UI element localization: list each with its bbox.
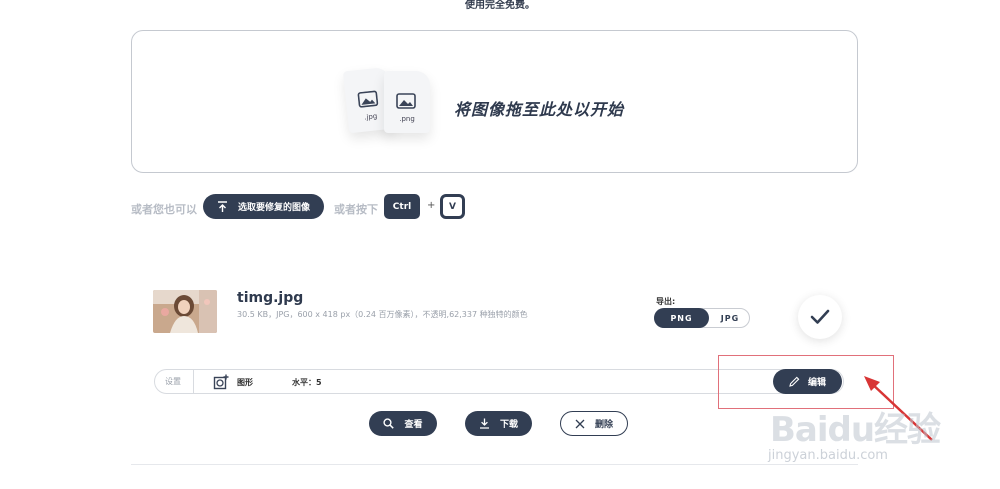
download-button[interactable]: 下载 — [465, 411, 532, 436]
settings-label: 设置 — [165, 377, 181, 386]
level-setting[interactable]: 水平：5 — [292, 377, 322, 388]
export-jpg-option[interactable]: JPG — [710, 309, 750, 327]
key-ctrl: Ctrl — [384, 194, 420, 219]
image-icon — [396, 93, 416, 109]
baidu-watermark-url: jingyan.baidu.com — [768, 448, 888, 463]
checkmark-icon — [810, 309, 830, 324]
view-button-label: 查看 — [404, 420, 423, 430]
download-icon — [479, 418, 489, 429]
delete-button-label: 删除 — [594, 420, 613, 430]
drop-zone-text: 将图像拖至此处以开始 — [454, 100, 625, 119]
download-button-label: 下载 — [499, 420, 518, 430]
image-icon — [357, 90, 379, 108]
shape-add-icon — [213, 374, 229, 390]
key-v: V — [440, 194, 465, 219]
file-icon-png: .png — [384, 71, 430, 133]
search-icon — [383, 418, 395, 429]
divider — [193, 370, 194, 393]
choose-image-label: 选取要修复的图像 — [238, 203, 311, 213]
export-format-toggle: PNG JPG — [654, 308, 750, 328]
shape-setting[interactable]: 图形 — [237, 377, 253, 388]
plus-sign: + — [427, 200, 436, 211]
delete-button[interactable]: 删除 — [560, 411, 628, 436]
file-name: timg.jpg — [237, 290, 304, 306]
image-thumbnail — [153, 290, 217, 333]
export-png-option[interactable]: PNG — [654, 308, 709, 328]
baidu-watermark: Baidu经验 — [770, 410, 941, 450]
view-button[interactable]: 查看 — [369, 411, 437, 436]
or-text: 或者您也可以 — [131, 203, 197, 216]
file-ext-png: .png — [399, 115, 415, 123]
export-label: 导出: — [656, 297, 676, 306]
confirm-button[interactable] — [798, 295, 842, 339]
file-meta: 30.5 KB，JPG，600 x 418 px（0.24 百万像素），不透明,… — [237, 310, 528, 319]
bottom-divider — [131, 464, 858, 465]
choose-image-button[interactable]: 选取要修复的图像 — [203, 194, 324, 219]
or-press-text: 或者按下 — [334, 203, 378, 216]
upload-icon — [218, 200, 227, 212]
close-icon — [575, 419, 585, 428]
header-note: 使用完全免费。 — [465, 0, 535, 11]
